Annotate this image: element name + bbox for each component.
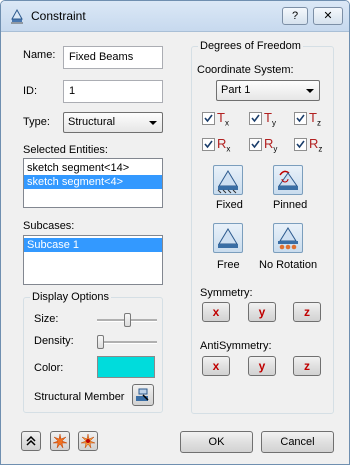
fixed-label: Fixed xyxy=(216,199,243,211)
coord-system-select[interactable]: Part 1 xyxy=(216,80,320,101)
subcases-label: Subcases: xyxy=(23,220,75,232)
name-field[interactable]: Fixed Beams xyxy=(63,46,163,69)
tz-checkbox[interactable] xyxy=(294,112,307,125)
antisymmetry-label: AntiSymmetry: xyxy=(200,340,272,352)
no-rotation-button[interactable] xyxy=(273,223,303,253)
tx-label: Tx xyxy=(217,110,229,128)
name-label: Name: xyxy=(23,49,56,61)
highlight-button[interactable] xyxy=(50,431,70,451)
list-item[interactable]: Subcase 1 xyxy=(24,238,162,252)
pinned-button[interactable] xyxy=(273,165,303,195)
display-options-title: Display Options xyxy=(30,291,112,303)
close-button[interactable]: ✕ xyxy=(313,7,343,25)
rz-label: Rz xyxy=(309,136,323,154)
chevron-down-icon xyxy=(149,121,157,125)
structural-member-label: Structural Member xyxy=(34,391,125,403)
chevron-down-icon xyxy=(306,89,314,93)
size-slider-thumb[interactable] xyxy=(123,313,131,327)
ty-label: Ty xyxy=(264,110,276,128)
rz-checkbox[interactable] xyxy=(294,138,307,151)
selected-entities-list[interactable]: sketch segment<14> sketch segment<4> xyxy=(23,158,163,208)
starburst-multi-icon xyxy=(80,433,96,449)
symmetry-x-button[interactable]: x xyxy=(202,302,230,322)
check-icon xyxy=(296,114,305,123)
free-label: Free xyxy=(217,259,240,271)
list-item[interactable]: sketch segment<14> xyxy=(24,161,162,175)
pinned-label: Pinned xyxy=(273,199,308,211)
selected-entities-label: Selected Entities: xyxy=(23,144,108,156)
highlight-all-button[interactable] xyxy=(78,431,98,451)
check-icon xyxy=(251,140,260,149)
type-select-value: Structural xyxy=(68,116,116,128)
color-swatch[interactable] xyxy=(97,356,155,378)
coord-system-value: Part 1 xyxy=(221,84,251,96)
tx-checkbox[interactable] xyxy=(202,112,215,125)
antisymmetry-x-button[interactable]: x xyxy=(202,356,230,376)
check-icon xyxy=(204,140,213,149)
check-icon xyxy=(296,140,305,149)
fixed-button[interactable] xyxy=(213,165,243,195)
ty-checkbox[interactable] xyxy=(249,112,262,125)
pinned-support-icon xyxy=(278,170,298,190)
free-button[interactable] xyxy=(213,223,243,253)
color-label: Color: xyxy=(34,362,64,374)
structural-member-button[interactable] xyxy=(132,384,154,406)
ok-button[interactable]: OK xyxy=(180,431,253,453)
density-slider-track[interactable] xyxy=(97,341,157,344)
cancel-button[interactable]: Cancel xyxy=(261,431,334,453)
ry-label: Ry xyxy=(264,136,278,154)
id-label: ID: xyxy=(23,85,38,97)
tz-label: Tz xyxy=(309,110,321,128)
coord-system-label: Coordinate System: xyxy=(197,64,294,76)
window-title: Constraint xyxy=(31,9,86,23)
double-chevron-up-icon xyxy=(26,435,36,446)
symmetry-y-button[interactable]: y xyxy=(248,302,276,322)
title-bar[interactable]: Constraint ? ✕ xyxy=(1,1,349,32)
constraint-dialog: Constraint ? ✕ Name: Fixed Beams ID: 1 T… xyxy=(0,0,350,465)
structural-member-icon xyxy=(136,388,149,401)
free-support-icon xyxy=(218,228,238,248)
subcases-list[interactable]: Subcase 1 xyxy=(23,235,163,285)
antisymmetry-y-button[interactable]: y xyxy=(248,356,276,376)
density-label: Density: xyxy=(34,335,74,347)
symmetry-z-button[interactable]: z xyxy=(293,302,321,322)
rx-label: Rx xyxy=(217,136,231,154)
rx-checkbox[interactable] xyxy=(202,138,215,151)
dof-title: Degrees of Freedom xyxy=(198,40,303,52)
id-field[interactable]: 1 xyxy=(63,80,163,103)
ry-checkbox[interactable] xyxy=(249,138,262,151)
list-item[interactable]: sketch segment<4> xyxy=(24,175,162,189)
type-label: Type: xyxy=(23,116,50,128)
no-rotation-label: No Rotation xyxy=(259,259,318,271)
type-select[interactable]: Structural xyxy=(63,112,163,133)
antisymmetry-z-button[interactable]: z xyxy=(293,356,321,376)
check-icon xyxy=(204,114,213,123)
fixed-support-icon xyxy=(217,170,238,194)
size-label: Size: xyxy=(34,313,59,325)
check-icon xyxy=(251,114,260,123)
help-button[interactable]: ? xyxy=(282,7,308,25)
constraint-icon xyxy=(11,8,23,24)
symmetry-label: Symmetry: xyxy=(200,287,253,299)
collapse-button[interactable] xyxy=(21,431,41,451)
starburst-icon xyxy=(52,433,68,449)
dialog-body: Name: Fixed Beams ID: 1 Type: Structural… xyxy=(9,32,342,457)
no-rotation-support-icon xyxy=(278,227,298,250)
density-slider-thumb[interactable] xyxy=(97,335,104,349)
